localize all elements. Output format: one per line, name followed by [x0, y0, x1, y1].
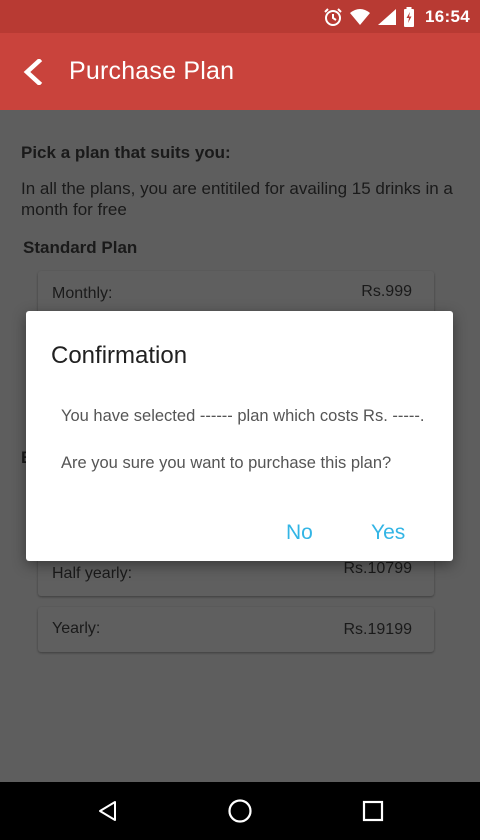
battery-icon: [403, 6, 415, 27]
plan-price: Rs.19199: [343, 621, 413, 638]
dialog-message-line1: You have selected ------ plan which cost…: [61, 407, 425, 425]
plan-period-label: Half yearly:: [52, 565, 133, 582]
plan-period-label: Yearly:: [52, 620, 101, 637]
plan-card-monthly[interactable]: Monthly: Rs.999: [38, 271, 434, 316]
back-triangle-icon[interactable]: [93, 796, 123, 826]
plan-price: Rs.10799: [343, 560, 413, 577]
navigation-bar: [0, 782, 480, 840]
status-bar: 16:54: [0, 0, 480, 33]
yes-button[interactable]: Yes: [371, 521, 405, 545]
alarm-icon: [323, 7, 343, 27]
status-time: 16:54: [425, 6, 470, 26]
page-title: Purchase Plan: [69, 57, 235, 85]
plan-price: Rs.999: [361, 283, 412, 300]
back-arrow-icon[interactable]: [22, 58, 44, 85]
plan-period-label: Monthly:: [52, 285, 113, 302]
standard-plan-title: Standard Plan: [23, 238, 138, 257]
signal-icon: [377, 8, 397, 26]
no-button[interactable]: No: [286, 521, 313, 545]
wifi-icon: [349, 8, 371, 26]
dialog-title: Confirmation: [51, 342, 188, 369]
home-circle-icon[interactable]: [225, 796, 255, 826]
pick-plan-heading: Pick a plan that suits you:: [21, 143, 231, 162]
app-bar: Purchase Plan: [0, 33, 480, 110]
recents-square-icon[interactable]: [358, 796, 388, 826]
confirmation-dialog: Confirmation You have selected ------ pl…: [26, 311, 453, 561]
plan-description: In all the plans, you are entitiled for …: [21, 179, 453, 219]
dialog-message-line2: Are you sure you want to purchase this p…: [61, 454, 392, 472]
plan-card-yearly[interactable]: Yearly: Rs.19199: [38, 607, 434, 652]
